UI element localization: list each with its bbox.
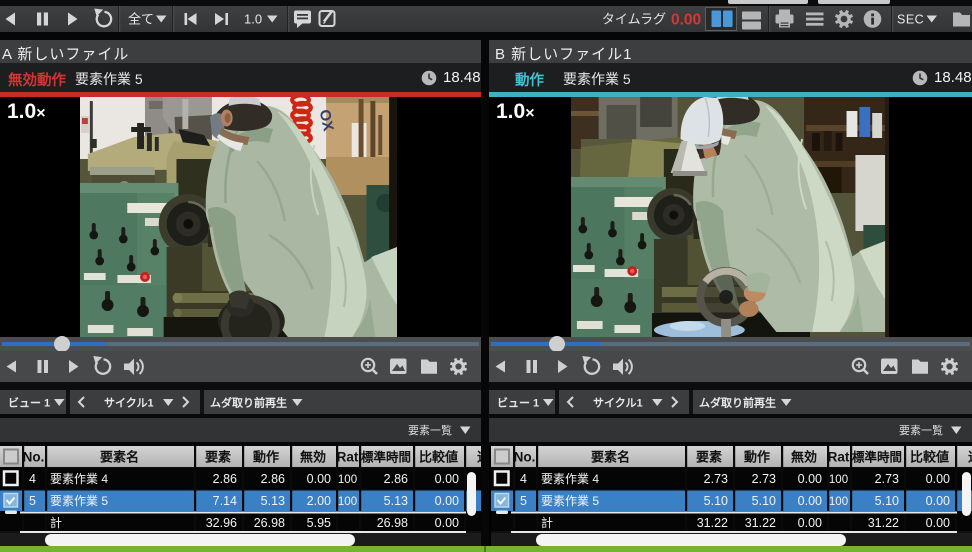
- svg-text:31.22: 31.22: [745, 516, 776, 530]
- svg-text:要素一覧: 要素一覧: [899, 423, 943, 437]
- svg-text:4: 4: [520, 472, 527, 486]
- svg-text:速度: 速度: [968, 450, 972, 465]
- svg-text:比較値: 比較値: [419, 450, 458, 465]
- svg-text:2.86: 2.86: [213, 472, 237, 486]
- svg-text:2.73: 2.73: [704, 472, 728, 486]
- svg-text:4: 4: [29, 472, 36, 486]
- svg-text:26.98: 26.98: [254, 516, 285, 530]
- svg-text:ムダ取り前再生: ムダ取り前再生: [210, 396, 287, 410]
- svg-text:サイクル1: サイクル1: [104, 397, 154, 410]
- svg-text:要素名: 要素名: [100, 450, 139, 465]
- svg-text:Rat: Rat: [828, 450, 850, 465]
- svg-text:32.96: 32.96: [206, 516, 237, 530]
- svg-text:計: 計: [541, 515, 553, 530]
- svg-text:31.22: 31.22: [868, 516, 899, 530]
- svg-text:要素作業 4: 要素作業 4: [50, 472, 108, 486]
- svg-text:5.95: 5.95: [307, 516, 331, 530]
- svg-text:ビュー 1: ビュー 1: [8, 396, 50, 410]
- svg-text:No.: No.: [514, 450, 536, 465]
- svg-text:標準時間: 標準時間: [852, 450, 902, 465]
- svg-text:要素作業 4: 要素作業 4: [541, 472, 599, 486]
- svg-text:5: 5: [29, 494, 36, 508]
- svg-text:31.22: 31.22: [697, 516, 728, 530]
- svg-text:要素作業 5: 要素作業 5: [50, 494, 108, 508]
- svg-text:100: 100: [829, 496, 848, 508]
- svg-text:1.0: 1.0: [244, 12, 262, 27]
- svg-text:2.73: 2.73: [752, 472, 776, 486]
- svg-text:2.86: 2.86: [261, 472, 285, 486]
- svg-text:0.00: 0.00: [435, 472, 459, 486]
- svg-text:ムダ取り前再生: ムダ取り前再生: [699, 396, 776, 410]
- svg-text:0.00: 0.00: [435, 494, 459, 508]
- svg-text:計: 計: [50, 515, 62, 530]
- svg-text:100: 100: [338, 474, 357, 486]
- svg-text:0.00: 0.00: [798, 516, 822, 530]
- svg-text:0.00: 0.00: [798, 494, 822, 508]
- svg-text:ビュー 1: ビュー 1: [497, 396, 539, 410]
- svg-text:動作: 動作: [253, 450, 279, 465]
- svg-text:5.10: 5.10: [752, 494, 776, 508]
- svg-text:0.00: 0.00: [926, 494, 950, 508]
- svg-text:要素: 要素: [205, 450, 231, 465]
- svg-text:5.13: 5.13: [384, 494, 408, 508]
- svg-text:要素: 要素: [696, 450, 722, 465]
- svg-text:No.: No.: [23, 450, 45, 465]
- svg-text:5.10: 5.10: [875, 494, 899, 508]
- svg-text:2.73: 2.73: [875, 472, 899, 486]
- svg-text:5.13: 5.13: [261, 494, 285, 508]
- svg-text:2.86: 2.86: [384, 472, 408, 486]
- svg-text:SEC: SEC: [897, 13, 924, 27]
- svg-text:0.00: 0.00: [926, 516, 950, 530]
- svg-text:無効: 無効: [791, 450, 817, 465]
- svg-text:5: 5: [520, 494, 527, 508]
- svg-text:0.00: 0.00: [926, 472, 950, 486]
- svg-text:タイムラグ: タイムラグ: [602, 12, 666, 27]
- svg-text:2.00: 2.00: [307, 494, 331, 508]
- svg-text:要素一覧: 要素一覧: [408, 423, 452, 437]
- svg-text:無効: 無効: [300, 450, 326, 465]
- svg-text:要素名: 要素名: [591, 450, 630, 465]
- svg-text:動作: 動作: [744, 450, 770, 465]
- svg-text:比較値: 比較値: [910, 450, 949, 465]
- svg-text:100: 100: [829, 474, 848, 486]
- svg-text:サイクル1: サイクル1: [593, 397, 643, 410]
- svg-text:26.98: 26.98: [377, 516, 408, 530]
- svg-text:Rat: Rat: [337, 450, 359, 465]
- svg-text:0.00: 0.00: [435, 516, 459, 530]
- svg-text:0.00: 0.00: [671, 12, 701, 29]
- svg-text:全て: 全て: [128, 12, 154, 27]
- svg-text:0.00: 0.00: [307, 472, 331, 486]
- svg-text:5.10: 5.10: [704, 494, 728, 508]
- svg-text:標準時間: 標準時間: [361, 450, 411, 465]
- svg-text:7.14: 7.14: [213, 494, 237, 508]
- svg-text:100: 100: [338, 496, 357, 508]
- svg-text:要素作業 5: 要素作業 5: [541, 494, 599, 508]
- svg-text:0.00: 0.00: [798, 472, 822, 486]
